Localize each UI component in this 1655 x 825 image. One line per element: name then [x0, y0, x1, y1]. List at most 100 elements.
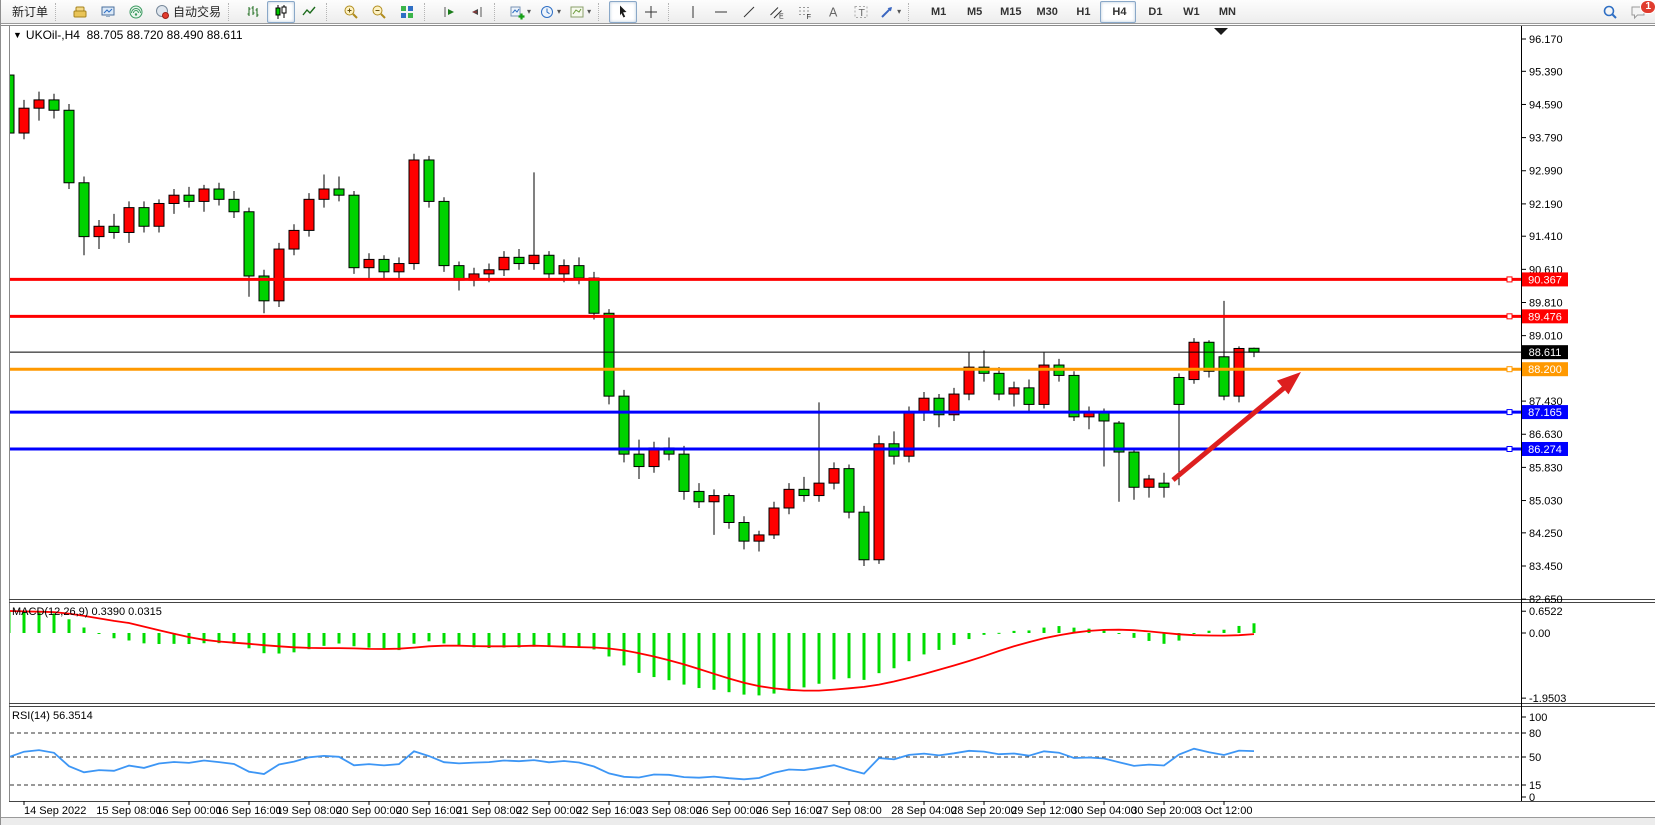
- price-tick-label: 86.630: [1529, 429, 1563, 441]
- equidistant-channel-button[interactable]: E: [763, 1, 791, 23]
- macd-histogram-bar: [188, 633, 191, 644]
- macd-histogram-bar: [428, 633, 431, 641]
- macd-tick-label: 0.6522: [1529, 606, 1563, 618]
- chart-properties-button[interactable]: ▾: [565, 1, 595, 23]
- autoscroll-icon: [441, 4, 457, 20]
- macd-histogram-bar: [923, 633, 926, 654]
- zoomout-icon: [371, 4, 387, 20]
- candle-body: [559, 266, 569, 274]
- macd-histogram-bar: [863, 633, 866, 680]
- line-chart-type-button[interactable]: [295, 1, 323, 23]
- tf-h1-button[interactable]: H1: [1064, 1, 1100, 23]
- price-tick-label: 91.410: [1529, 231, 1563, 243]
- auto-trading-button[interactable]: 自动交易: [150, 1, 225, 23]
- horizontal-line-button[interactable]: [707, 1, 735, 23]
- candle-body: [919, 398, 929, 413]
- macd-histogram-bar: [1043, 628, 1046, 633]
- bars-icon: [245, 4, 261, 20]
- vline-icon: [685, 4, 701, 20]
- bar-chart-type-button[interactable]: [239, 1, 267, 23]
- new-order-button[interactable]: 新订单: [5, 1, 52, 23]
- signals-icon[interactable]: [122, 1, 150, 23]
- auto-scroll-button[interactable]: [435, 1, 463, 23]
- macd-histogram-bar: [788, 633, 791, 690]
- macd-histogram-bar: [743, 633, 746, 695]
- vertical-line-button[interactable]: [679, 1, 707, 23]
- text-button[interactable]: A: [819, 1, 847, 23]
- line-handle[interactable]: [1507, 277, 1512, 282]
- tf-mn-button[interactable]: MN: [1208, 1, 1244, 23]
- time-tick-label: 15 Sep 08:00: [96, 805, 161, 817]
- indicators-button[interactable]: ▾: [505, 1, 535, 23]
- periods-button[interactable]: ▾: [535, 1, 565, 23]
- zoom-out-button[interactable]: [365, 1, 393, 23]
- tf-m15-button-label: M15: [1000, 6, 1021, 18]
- line-handle[interactable]: [1507, 410, 1512, 415]
- svg-text:A: A: [829, 5, 838, 19]
- candle-body: [739, 522, 749, 541]
- candle-body: [634, 454, 644, 466]
- tf-h4-button[interactable]: H4: [1100, 1, 1136, 23]
- market-watch-icon[interactable]: [66, 1, 94, 23]
- macd-histogram-bar: [68, 619, 71, 633]
- tf-m30-button[interactable]: M30: [1028, 1, 1064, 23]
- crosshair-button[interactable]: [637, 1, 665, 23]
- tf-m1-button[interactable]: M1: [919, 1, 955, 23]
- trendline-button[interactable]: [735, 1, 763, 23]
- time-tick-label: 26 Sep 00:00: [696, 805, 761, 817]
- tf-w1-button-label: W1: [1183, 6, 1200, 18]
- price-badge-label: 89.476: [1528, 311, 1562, 323]
- text-label-button[interactable]: T: [847, 1, 875, 23]
- candle-body: [1144, 479, 1154, 487]
- macd-histogram-bar: [83, 627, 86, 633]
- zoom-in-button[interactable]: [337, 1, 365, 23]
- fibonacci-button[interactable]: F: [791, 1, 819, 23]
- chart-shift-button[interactable]: [463, 1, 491, 23]
- terminal-window-icon[interactable]: [94, 1, 122, 23]
- symbol-dropdown-icon[interactable]: ▼: [13, 30, 22, 40]
- tf-m5-button-label: M5: [967, 6, 982, 18]
- chart-canvas[interactable]: 96.17095.39094.59093.79092.99092.19091.4…: [1, 24, 1655, 825]
- chart-symbol-label[interactable]: ▼UKOil-,H4 88.705 88.720 88.490 88.611: [13, 28, 243, 42]
- time-tick-label: 30 Sep 20:00: [1131, 805, 1196, 817]
- candle-body: [349, 195, 359, 268]
- macd-tick-label: 0.00: [1529, 628, 1550, 640]
- chat-button[interactable]: 1: [1624, 1, 1652, 23]
- price-badge-label: 88.200: [1528, 364, 1562, 376]
- tf-mn-button-label: MN: [1219, 6, 1236, 18]
- rsi-indicator-label: RSI(14) 56.3514: [12, 710, 93, 722]
- macd-histogram-bar: [938, 633, 941, 650]
- chart-properties-button-dropdown-icon[interactable]: ▾: [587, 7, 591, 16]
- arrows-button[interactable]: ▾: [875, 1, 905, 23]
- candle-body: [574, 266, 584, 278]
- price-tick-label: 95.390: [1529, 66, 1563, 78]
- time-tick-label: 26 Sep 16:00: [756, 805, 821, 817]
- candle-body: [139, 208, 149, 227]
- line-handle[interactable]: [1507, 367, 1512, 372]
- price-badge-label: 88.611: [1529, 347, 1562, 359]
- time-tick-label: 28 Sep 20:00: [951, 805, 1016, 817]
- line-handle[interactable]: [1507, 314, 1512, 319]
- candle-body: [184, 195, 194, 201]
- tf-d1-button[interactable]: D1: [1136, 1, 1172, 23]
- macd-histogram-bar: [548, 633, 551, 647]
- search-button[interactable]: [1596, 1, 1624, 23]
- time-tick-label: 22 Sep 00:00: [516, 805, 581, 817]
- candle-body: [694, 491, 704, 501]
- line-handle[interactable]: [1507, 446, 1512, 451]
- indicators-button-dropdown-icon[interactable]: ▾: [527, 7, 531, 16]
- tile-windows-button[interactable]: [393, 1, 421, 23]
- candle-chart-type-button[interactable]: [267, 1, 295, 23]
- arrows-button-dropdown-icon[interactable]: ▾: [897, 7, 901, 16]
- candle-body: [484, 270, 494, 274]
- chart-window[interactable]: ▼UKOil-,H4 88.705 88.720 88.490 88.611 M…: [1, 24, 1655, 825]
- candle-body: [1204, 342, 1214, 371]
- cursor-button[interactable]: [609, 1, 637, 23]
- robot-icon: [154, 4, 170, 20]
- time-tick-label: 3 Oct 12:00: [1196, 805, 1253, 817]
- periods-button-dropdown-icon[interactable]: ▾: [557, 7, 561, 16]
- tf-w1-button[interactable]: W1: [1172, 1, 1208, 23]
- toolbar-right: 1: [1596, 1, 1652, 23]
- tf-m5-button[interactable]: M5: [955, 1, 991, 23]
- tf-m15-button[interactable]: M15: [991, 1, 1027, 23]
